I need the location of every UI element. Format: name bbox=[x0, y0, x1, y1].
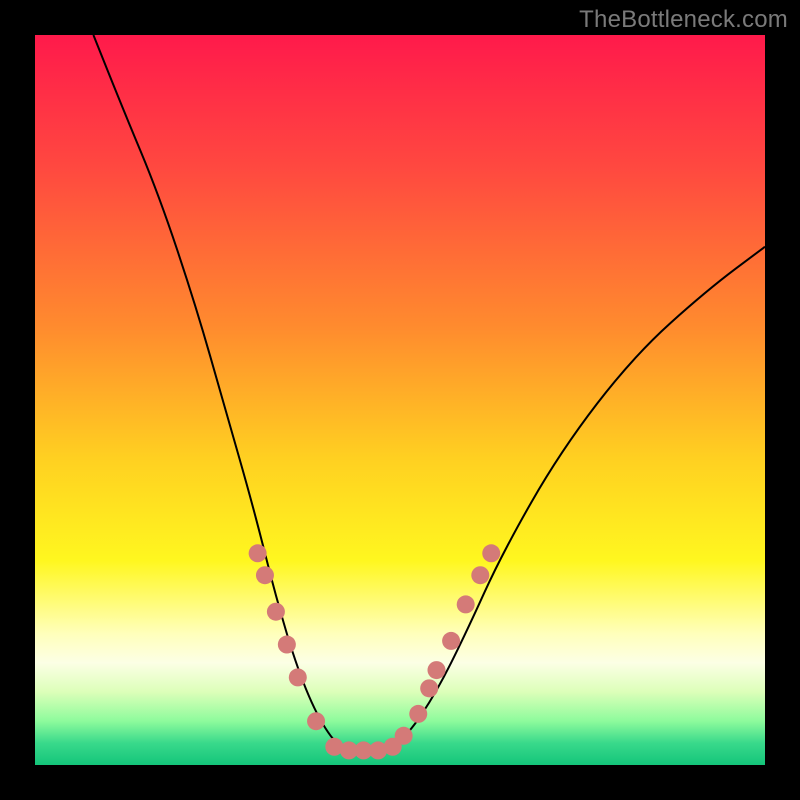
marker-dot bbox=[409, 705, 427, 723]
plot-area bbox=[35, 35, 765, 765]
marker-dot bbox=[420, 679, 438, 697]
marker-dot bbox=[307, 712, 325, 730]
marker-dot bbox=[482, 544, 500, 562]
marker-dot bbox=[267, 603, 285, 621]
marker-dot bbox=[428, 661, 446, 679]
marker-dot bbox=[395, 727, 413, 745]
curve-markers bbox=[249, 544, 501, 759]
marker-dot bbox=[249, 544, 267, 562]
marker-dot bbox=[471, 566, 489, 584]
marker-dot bbox=[457, 595, 475, 613]
watermark-text: TheBottleneck.com bbox=[579, 6, 788, 34]
chart-svg bbox=[35, 35, 765, 765]
bottleneck-curve bbox=[93, 35, 765, 750]
marker-dot bbox=[278, 636, 296, 654]
marker-dot bbox=[442, 632, 460, 650]
marker-dot bbox=[289, 668, 307, 686]
marker-dot bbox=[256, 566, 274, 584]
